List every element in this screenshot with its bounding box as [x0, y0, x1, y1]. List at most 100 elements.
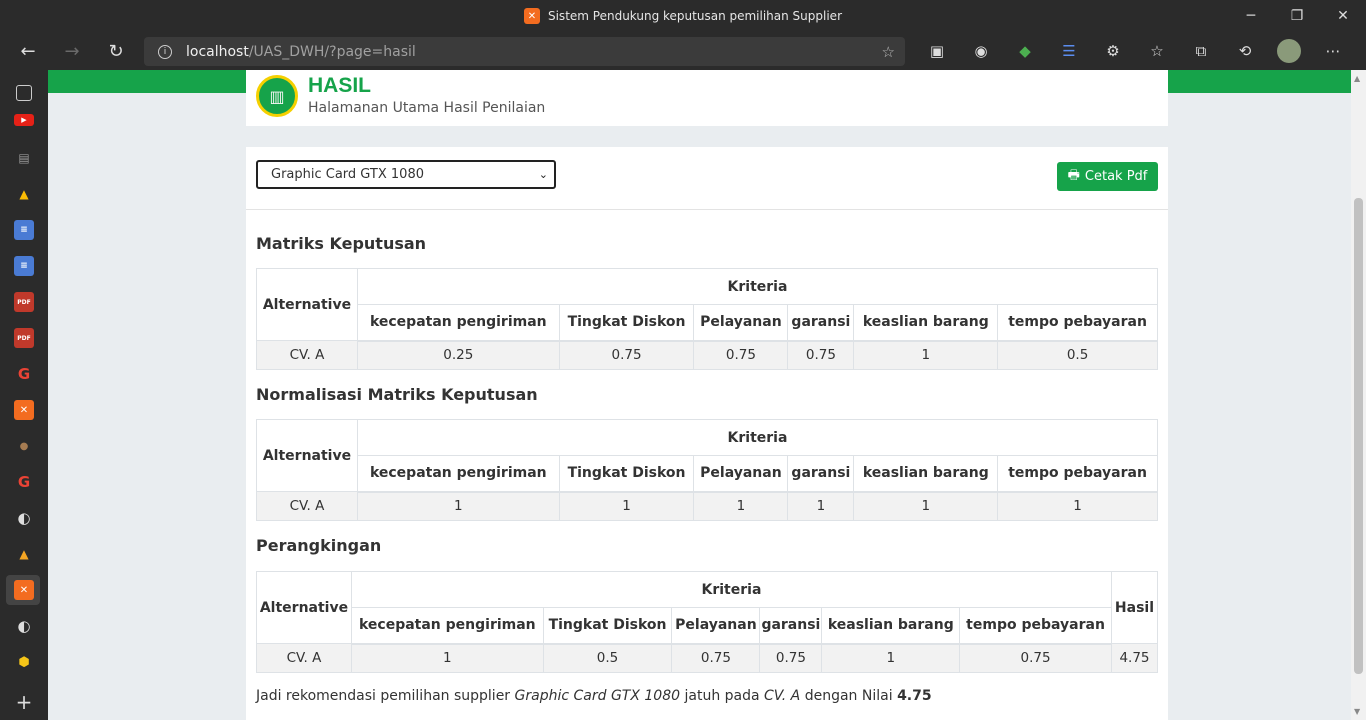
add-icon[interactable]: +: [14, 690, 34, 714]
collections-ext-icon[interactable]: ▣: [915, 32, 959, 70]
kriteria-header: Kriteria: [356, 419, 1159, 456]
xampp-favicon-icon: ✕: [523, 8, 540, 24]
value-cell: 1: [693, 491, 789, 521]
value-cell: 1: [350, 643, 544, 673]
alternative-header: Alternative: [256, 268, 358, 341]
window-controls: ─ ❐ ✕: [1228, 0, 1366, 32]
pdf-icon[interactable]: PDF: [14, 292, 34, 312]
forward-arrow-icon[interactable]: →: [50, 32, 94, 70]
print-pdf-label: Cetak Pdf: [1084, 169, 1148, 184]
alternative-cell: CV. A: [256, 491, 358, 521]
criteria-header: kecepatan pengiriman: [356, 304, 560, 342]
criteria-header: garansi: [759, 607, 823, 645]
value-cell: 0.75: [558, 340, 695, 370]
value-cell: 1: [853, 340, 999, 370]
youtube-icon[interactable]: ▶: [14, 114, 34, 126]
perangkingan-table: Alternative Kriteria Hasil kecepatan pen…: [256, 571, 1159, 673]
conclusion-middle: jatuh pada: [684, 688, 760, 704]
scroll-up-icon[interactable]: ▲: [1354, 74, 1360, 83]
browser-toolbar: ← → ↻ i localhost/UAS_DWH/?page=hasil ☆ …: [0, 32, 1366, 70]
xampp-icon-active[interactable]: ✕: [14, 580, 34, 600]
add-favorite-icon[interactable]: ☆: [882, 43, 895, 61]
list-ext-icon[interactable]: ☰: [1047, 32, 1091, 70]
google-docs-icon-2[interactable]: ≡: [14, 256, 34, 276]
value-cell: 0.75: [787, 340, 855, 370]
hex-app-icon[interactable]: ⬢: [14, 652, 34, 672]
favorites-icon[interactable]: ☆: [1135, 32, 1179, 70]
google-drive-icon[interactable]: ▲: [14, 184, 34, 204]
github-icon-2[interactable]: ◐: [14, 616, 34, 636]
product-select-value: Graphic Card GTX 1080: [271, 167, 424, 182]
criteria-header: keaslian barang: [821, 607, 961, 645]
window-titlebar: ✕ Sistem Pendukung keputusan pemilihan S…: [0, 0, 1366, 32]
back-arrow-icon[interactable]: ←: [6, 32, 50, 70]
more-menu-icon[interactable]: ⋯: [1311, 32, 1355, 70]
value-cell: 1: [356, 491, 560, 521]
criteria-header: keaslian barang: [853, 455, 999, 493]
criteria-header: Tingkat Diskon: [558, 455, 695, 493]
chevron-down-icon: ⌄: [538, 168, 548, 181]
criteria-header: kecepatan pengiriman: [350, 607, 544, 645]
window-title: Sistem Pendukung keputusan pemilihan Sup…: [547, 9, 842, 23]
color-picker-icon[interactable]: ◆: [1003, 32, 1047, 70]
page-viewport: ▥ HASIL Halamanan Utama Hasil Penilaian …: [48, 70, 1351, 720]
google-icon-2[interactable]: G: [14, 472, 34, 492]
codeigniter-icon[interactable]: ▲: [14, 544, 34, 564]
print-pdf-button[interactable]: 🖶 Cetak Pdf: [1057, 162, 1158, 191]
value-cell: 1: [997, 491, 1158, 521]
address-bar[interactable]: i localhost/UAS_DWH/?page=hasil ☆: [144, 37, 905, 66]
normalisasi-title: Normalisasi Matriks Keputusan: [256, 385, 538, 404]
value-cell: 0.75: [759, 643, 823, 673]
extensions-icon[interactable]: ⚙: [1091, 32, 1135, 70]
product-select[interactable]: Graphic Card GTX 1080 ⌄: [256, 160, 556, 189]
kriteria-header: Kriteria: [350, 571, 1112, 608]
google-docs-icon[interactable]: ≡: [14, 220, 34, 240]
profile-avatar-icon[interactable]: [1267, 32, 1311, 70]
tab-actions-icon[interactable]: [16, 85, 32, 101]
scrollbar-thumb[interactable]: [1354, 198, 1363, 674]
alternative-cell: CV. A: [256, 340, 358, 370]
alternative-header: Alternative: [256, 419, 358, 492]
hasil-cell: 4.75: [1110, 643, 1159, 673]
value-cell: 1: [558, 491, 695, 521]
criteria-header: tempo pebayaran: [997, 455, 1158, 493]
criteria-header: Pelayanan: [693, 455, 789, 493]
collections-icon[interactable]: ⧉: [1179, 32, 1223, 70]
printer-icon: 🖶: [1067, 167, 1080, 183]
google-icon[interactable]: G: [14, 364, 34, 384]
value-cell: 0.75: [671, 643, 761, 673]
page-scrollbar[interactable]: ▲ ▼: [1351, 70, 1366, 720]
url-host: localhost: [186, 43, 249, 60]
whatsapp-icon[interactable]: ◉: [959, 32, 1003, 70]
close-icon[interactable]: ✕: [1320, 0, 1366, 32]
pdf-icon-2[interactable]: PDF: [14, 328, 34, 348]
minimize-icon[interactable]: ─: [1228, 0, 1274, 32]
github-icon[interactable]: ◐: [14, 508, 34, 528]
value-cell: 1: [853, 491, 999, 521]
restore-icon[interactable]: ❐: [1274, 0, 1320, 32]
xampp-icon[interactable]: ✕: [14, 400, 34, 420]
scroll-down-icon[interactable]: ▼: [1354, 707, 1360, 716]
site-info-icon[interactable]: i: [158, 44, 172, 59]
value-cell: 0.75: [693, 340, 789, 370]
criteria-header: Pelayanan: [671, 607, 761, 645]
page-subtitle: Halamanan Utama Hasil Penilaian: [308, 100, 546, 116]
conclusion-supplier: CV. A: [764, 688, 801, 704]
refresh-icon[interactable]: ↻: [94, 32, 138, 70]
perangkingan-title: Perangkingan: [256, 536, 382, 555]
app-logo-icon: ▥: [256, 75, 298, 117]
criteria-header: keaslian barang: [853, 304, 999, 342]
value-cell: 0.5: [997, 340, 1158, 370]
value-cell: 1: [821, 643, 961, 673]
app-icon[interactable]: ●: [14, 436, 34, 456]
document-icon[interactable]: ▤: [14, 148, 34, 168]
conclusion-text: Jadi rekomendasi pemilihan supplier Grap…: [256, 688, 932, 704]
matriks-title: Matriks Keputusan: [256, 234, 427, 253]
browser-sidebar: ▶ ▤ ▲ ≡ ≡ PDF PDF G ✕ ● G ◐ ▲ ✕ ◐ ⬢ +: [0, 70, 48, 720]
value-cell: 0.75: [959, 643, 1112, 673]
criteria-header: kecepatan pengiriman: [356, 455, 560, 493]
table-row: CV. A 0.25 0.75 0.75 0.75 1 0.5: [256, 340, 1158, 370]
history-icon[interactable]: ⟲: [1223, 32, 1267, 70]
alternative-cell: CV. A: [256, 643, 352, 673]
card-toolbar: Graphic Card GTX 1080 ⌄ 🖶 Cetak Pdf: [246, 147, 1168, 210]
